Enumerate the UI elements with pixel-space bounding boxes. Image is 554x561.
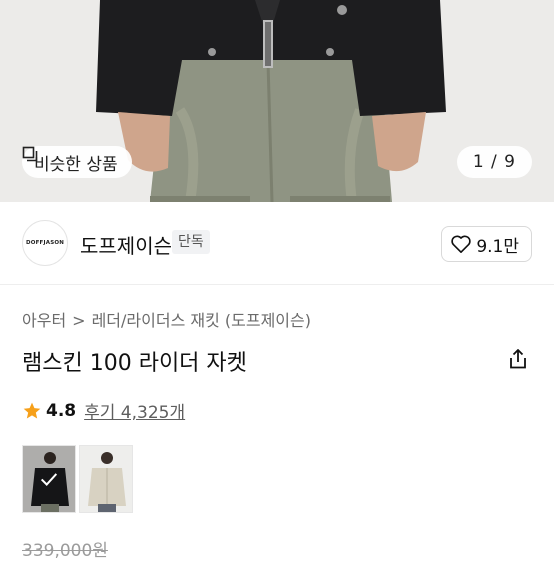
like-button[interactable]: 9.1만	[441, 226, 532, 262]
share-button[interactable]	[506, 347, 530, 371]
similar-products-button[interactable]: 비슷한 상품	[22, 146, 132, 178]
breadcrumb-subcategory[interactable]: 레더/라이더스 재킷 (도프제이슨)	[92, 311, 311, 330]
selected-overlay	[23, 446, 75, 512]
beige-jacket-thumbnail	[80, 446, 132, 512]
brand-name[interactable]: 도프제이슨	[80, 230, 172, 259]
exclusive-badge: 단독	[172, 230, 210, 254]
breadcrumb: 아우터 > 레더/라이더스 재킷 (도프제이슨)	[22, 307, 311, 331]
product-image-carousel[interactable]: 비슷한 상품 1 / 9	[0, 0, 554, 202]
reviews-link[interactable]: 후기 4,325개	[84, 398, 185, 423]
brand-logo[interactable]: DOFFJASON	[22, 220, 68, 266]
color-option-beige[interactable]	[79, 445, 133, 513]
checkmark-icon	[40, 473, 58, 486]
similar-products-label: 비슷한 상품	[34, 154, 118, 175]
rating-score: 4.8	[46, 400, 77, 421]
rating-row: 4.8 후기 4,325개	[22, 398, 185, 423]
breadcrumb-category[interactable]: 아우터	[22, 311, 66, 330]
brand-row: DOFFJASON 도프제이슨 단독 9.1만	[0, 202, 554, 284]
like-count: 9.1만	[476, 236, 519, 257]
heart-icon	[451, 235, 471, 253]
share-icon	[510, 349, 526, 369]
product-title: 램스킨 100 라이더 자켓	[22, 351, 247, 376]
color-option-black[interactable]	[22, 445, 76, 513]
star-icon	[23, 402, 41, 418]
similar-items-icon	[22, 146, 38, 162]
original-price: 339,000원	[22, 541, 108, 561]
brand-logo-text: DOFFJASON	[25, 240, 65, 246]
breadcrumb-separator: >	[72, 311, 86, 330]
section-divider	[0, 284, 554, 285]
image-counter: 1 / 9	[456, 146, 532, 178]
color-options	[22, 445, 133, 513]
